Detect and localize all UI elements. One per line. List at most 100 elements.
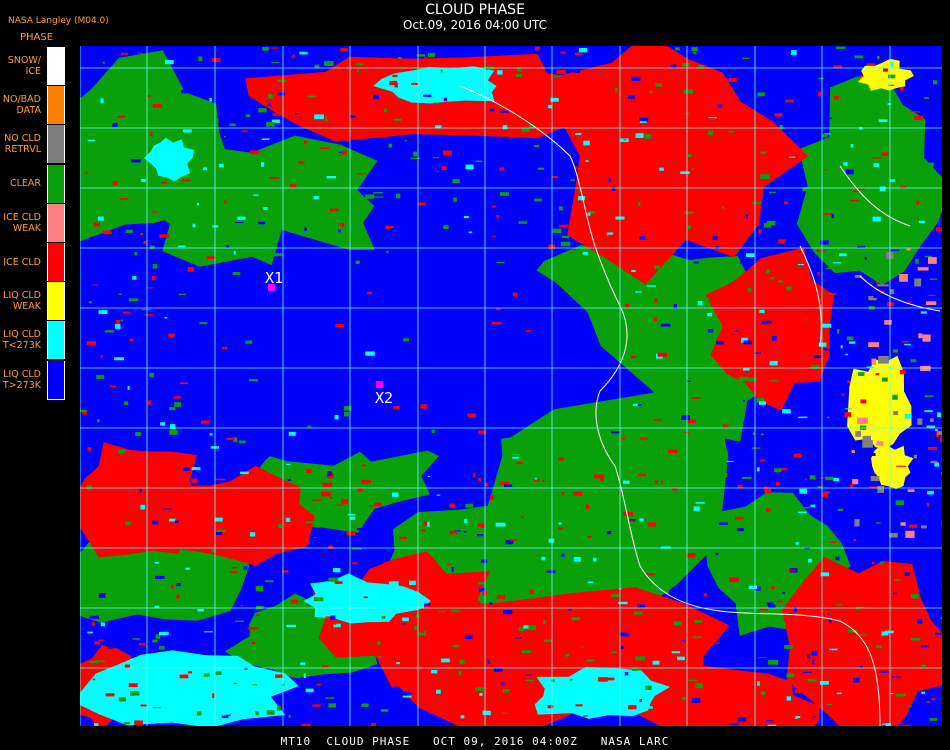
legend-item-label: NO CLD RETRVL xyxy=(4,125,41,163)
cloud-pixel xyxy=(368,76,372,81)
cloud-pixel xyxy=(413,151,417,157)
cloud-pixel xyxy=(396,479,400,482)
cloud-pixel xyxy=(681,415,690,420)
cloud-pixel xyxy=(458,670,462,676)
cloud-pixel xyxy=(334,581,343,584)
cloud-pixel xyxy=(88,325,97,327)
cloud-pixel xyxy=(908,705,912,708)
cloud-pixel xyxy=(393,405,400,410)
legend-item-label: NO/BAD DATA xyxy=(3,86,41,124)
cloud-pixel xyxy=(910,359,917,363)
cloud-pixel xyxy=(868,342,880,348)
cloud-pixel xyxy=(795,688,801,694)
cloud-pixel xyxy=(476,534,484,537)
cloud-pixel xyxy=(845,408,852,410)
cloud-pixel xyxy=(217,586,226,592)
cloud-pixel xyxy=(636,261,643,267)
cloud-pixel xyxy=(891,676,902,678)
cloud-pixel xyxy=(570,179,575,181)
cloud-pixel xyxy=(693,685,698,687)
cloud-pixel xyxy=(578,48,588,53)
cloud-pixel xyxy=(361,479,371,484)
cloud-pixel xyxy=(516,462,524,464)
cloud-pixel xyxy=(305,219,309,224)
cloud-pixel xyxy=(560,51,566,54)
cloud-pixel xyxy=(612,186,616,191)
cloud-pixel xyxy=(799,449,805,452)
cloud-pixel xyxy=(404,691,412,695)
cloud-pixel xyxy=(687,419,696,424)
cloud-pixel xyxy=(327,471,332,476)
cloud-pixel xyxy=(620,437,626,439)
cloud-pixel xyxy=(330,619,337,625)
cloud-pixel xyxy=(257,221,266,225)
cloud-pixel xyxy=(145,455,154,460)
marker-x1-label: X1 xyxy=(265,269,283,287)
cloud-pixel xyxy=(130,691,140,696)
cloud-pixel xyxy=(759,309,765,314)
cloud-pixel xyxy=(262,625,267,630)
cloud-pixel xyxy=(397,644,401,650)
cloud-pixel xyxy=(503,484,513,487)
cloud-pixel xyxy=(263,248,268,251)
cloud-pixel xyxy=(757,657,767,659)
cloud-pixel xyxy=(580,622,585,625)
cloud-pixel xyxy=(501,712,509,714)
cloud-pixel xyxy=(135,432,142,436)
cloud-pixel xyxy=(443,225,449,229)
cloud-pixel xyxy=(322,482,332,488)
cloud-pixel xyxy=(620,73,631,79)
cloud-pixel xyxy=(203,167,207,171)
cloud-pixel xyxy=(788,156,796,158)
cloud-pixel xyxy=(169,430,178,435)
cloud-pixel xyxy=(728,77,738,82)
cloud-pixel xyxy=(719,568,728,573)
source-label: NASA Langley (M04.0) xyxy=(8,16,109,26)
cloud-pixel xyxy=(577,225,580,228)
cloud-pixel xyxy=(543,620,547,624)
cloud-pixel xyxy=(248,627,258,630)
cloud-pixel xyxy=(164,474,169,478)
cloud-pixel xyxy=(250,459,257,462)
cloud-pixel xyxy=(670,688,675,691)
cloud-pixel xyxy=(787,447,796,452)
cloud-pixel xyxy=(312,53,317,58)
cloud-pixel xyxy=(303,673,306,678)
cloud-pixel xyxy=(86,258,90,263)
cloud-pixel xyxy=(820,240,829,245)
cloud-pixel xyxy=(825,533,832,536)
cloud-pixel xyxy=(210,484,217,488)
cloud-pixel xyxy=(404,139,407,142)
cloud-pixel xyxy=(192,223,196,228)
cloud-pixel xyxy=(476,72,482,77)
cloud-pixel xyxy=(147,400,151,405)
cloud-pixel xyxy=(109,385,117,387)
cloud-pixel xyxy=(98,639,105,641)
cloud-pixel xyxy=(152,639,158,643)
cloud-pixel xyxy=(575,218,582,223)
cloud-pixel xyxy=(906,248,911,251)
cloud-pixel xyxy=(899,87,904,91)
cloud-pixel xyxy=(392,492,399,497)
cloud-pixel xyxy=(306,242,316,245)
cloud-pixel xyxy=(249,121,259,126)
cloud-pixel xyxy=(173,396,181,399)
cloud-pixel xyxy=(761,691,766,696)
cloud-pixel xyxy=(837,329,840,334)
cloud-pixel xyxy=(243,566,248,570)
cloud-pixel xyxy=(233,682,238,685)
cloud-pixel xyxy=(760,433,764,436)
cloud-pixel xyxy=(639,117,649,122)
legend-item-line1: ICE CLD xyxy=(3,211,41,223)
cloud-pixel xyxy=(828,264,834,269)
cloud-pixel xyxy=(171,584,174,589)
cloud-pixel xyxy=(825,476,834,481)
cloud-pixel xyxy=(659,521,666,526)
cloud-pixel xyxy=(272,113,280,116)
cloud-pixel xyxy=(660,561,667,567)
cloud-pixel xyxy=(570,679,573,681)
cloud-pixel xyxy=(836,692,842,695)
cloud-pixel xyxy=(829,541,837,543)
cloud-pixel xyxy=(734,107,742,112)
cloud-pixel xyxy=(720,540,730,542)
